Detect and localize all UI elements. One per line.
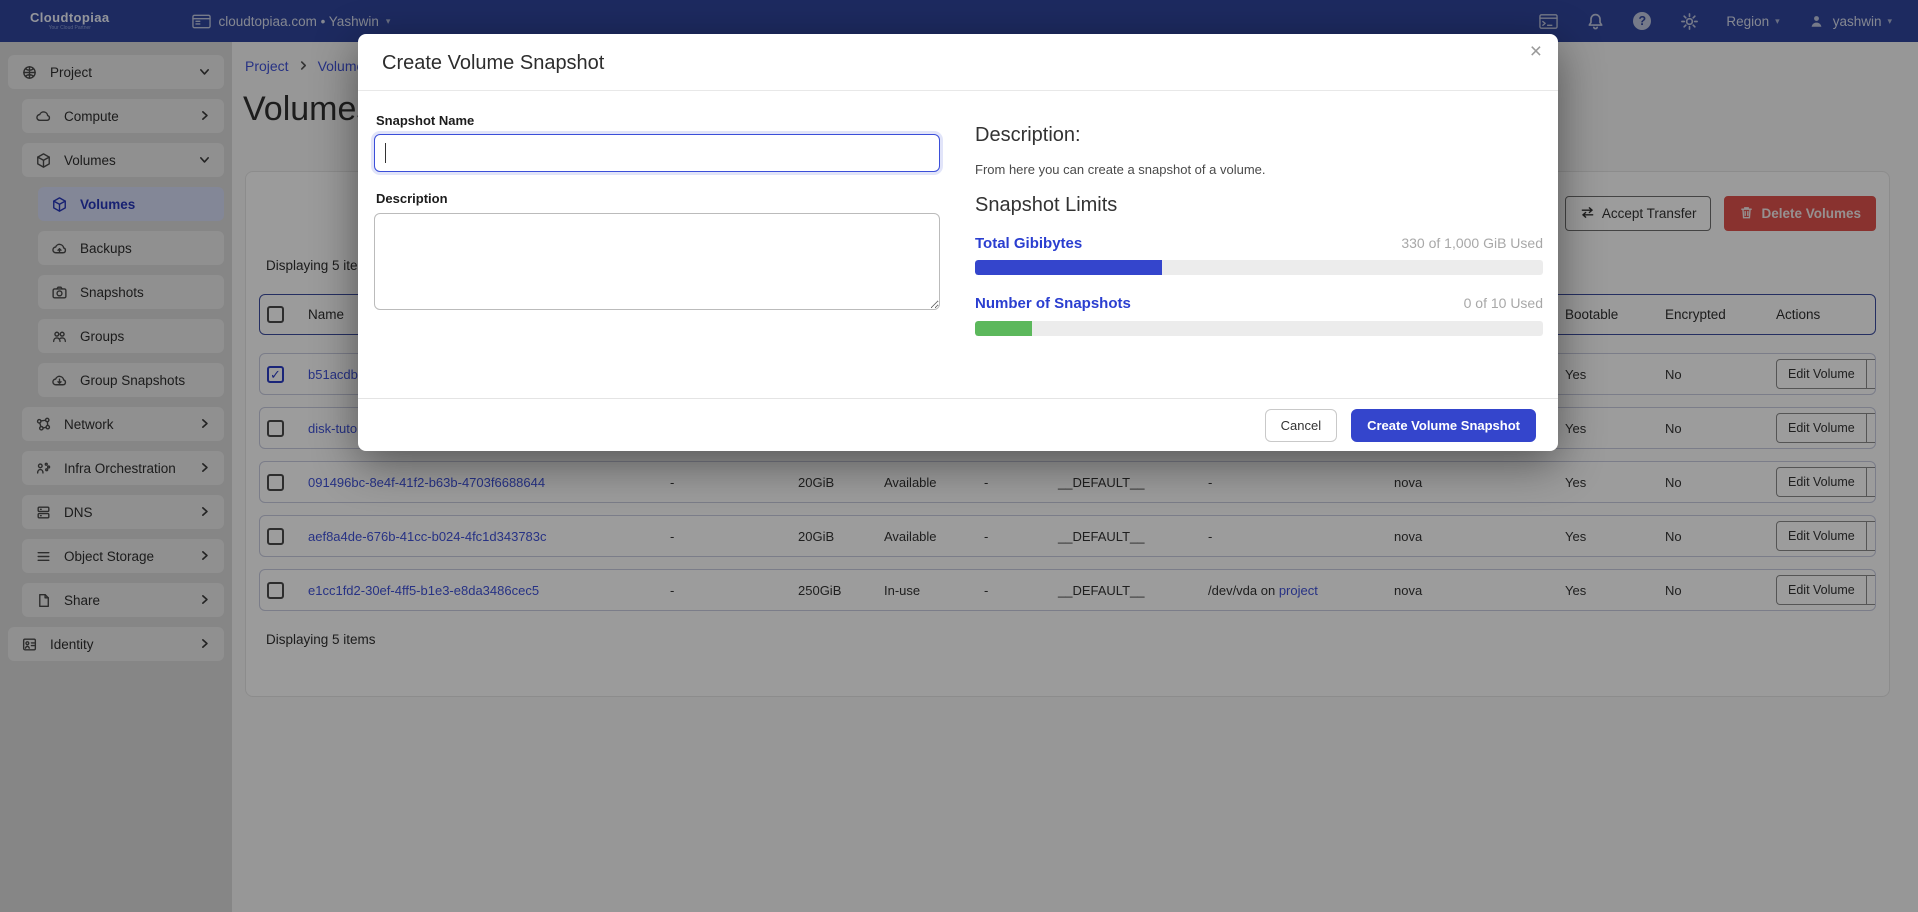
- close-icon[interactable]: ×: [1530, 40, 1542, 64]
- snapshot-count-limit-row: Number of Snapshots 0 of 10 Used: [975, 295, 1543, 312]
- modal-footer: Cancel Create Volume Snapshot: [358, 398, 1558, 451]
- gib-progress-bar: [975, 260, 1543, 275]
- snapshot-limits-heading: Snapshot Limits: [975, 194, 1543, 217]
- modal-info-text: From here you can create a snapshot of a…: [975, 162, 1543, 177]
- gib-limit-row: Total Gibibytes 330 of 1,000 GiB Used: [975, 235, 1543, 252]
- modal-info-heading: Description:: [975, 124, 1543, 147]
- snapshot-count-label: Number of Snapshots: [975, 295, 1131, 312]
- snapshot-count-progress-bar: [975, 321, 1543, 336]
- snapshot-name-input[interactable]: [374, 134, 940, 172]
- gib-limit-label: Total Gibibytes: [975, 235, 1082, 252]
- snapshot-count-usage-text: 0 of 10 Used: [1464, 295, 1543, 311]
- cancel-button[interactable]: Cancel: [1265, 409, 1337, 442]
- snapshot-count-progress-fill: [975, 321, 1032, 336]
- snapshot-name-label: Snapshot Name: [376, 113, 474, 128]
- description-label: Description: [376, 191, 448, 206]
- create-volume-snapshot-modal: Create Volume Snapshot × Snapshot Name D…: [358, 34, 1558, 451]
- description-textarea[interactable]: [374, 213, 940, 310]
- modal-title: Create Volume Snapshot: [382, 52, 604, 75]
- create-volume-snapshot-button[interactable]: Create Volume Snapshot: [1351, 409, 1536, 442]
- gib-progress-fill: [975, 260, 1162, 275]
- page: Cloudtopiaa Your Cloud Partner cloudtopi…: [0, 0, 1918, 912]
- text-cursor: [385, 143, 386, 163]
- gib-usage-text: 330 of 1,000 GiB Used: [1401, 235, 1543, 251]
- modal-header-divider: [358, 90, 1558, 91]
